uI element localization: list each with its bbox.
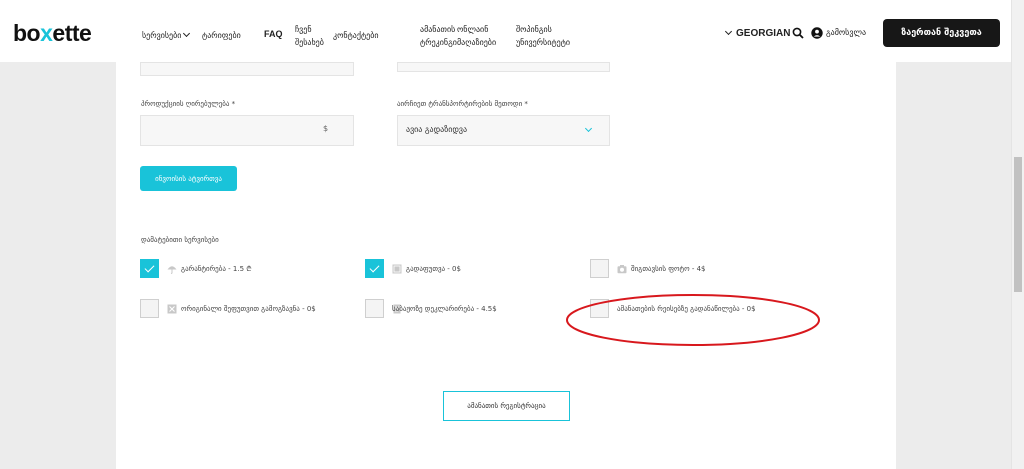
logo-x-mark: x	[40, 20, 53, 46]
nav-online-stores[interactable]: ონლაინ მაღაზიები	[457, 23, 496, 49]
invoice-upload-button[interactable]: ინვოისის ატვირთვა	[140, 166, 237, 191]
logo[interactable]: boxette	[13, 20, 92, 47]
nav-online-stores-line1: ონლაინ	[457, 25, 489, 34]
nav-parcel-tracking-line1: ამანათის	[420, 25, 456, 34]
nav-services[interactable]: სერვისები	[142, 29, 191, 42]
site-header: boxette სერვისები ტარიფები FAQ ჩვენ შესა…	[0, 0, 1011, 62]
flight-split-label: ამანათების რეისებზე გადანაწილება - 0$	[617, 305, 756, 313]
nav-services-label: სერვისები	[142, 31, 182, 40]
customs-declaration-label: საბაჟოზე დეკლარირება - 4.5$	[392, 305, 497, 313]
product-value-input[interactable]	[140, 115, 354, 146]
camera-icon	[617, 265, 627, 274]
nav-tariffs[interactable]: ტარიფები	[202, 29, 241, 42]
content-photo-checkbox[interactable]	[590, 259, 609, 278]
nav-shopping-university[interactable]: შოპინგის უნივერსიტეტი	[516, 23, 570, 49]
logo-text-suffix: ette	[52, 20, 92, 46]
chevron-down-icon	[183, 29, 191, 38]
warranty-label: გარანტირება - 1.5 ₾	[181, 265, 252, 273]
nav-parcel-tracking[interactable]: ამანათის ტრეკინგი	[420, 23, 457, 49]
page-scrollbar[interactable]	[1011, 0, 1024, 469]
currency-symbol: $	[323, 124, 329, 133]
nav-contact[interactable]: კონტაქტები	[333, 29, 379, 42]
language-label: GEORGIAN	[736, 28, 791, 39]
customs-declaration-checkbox[interactable]	[365, 299, 384, 318]
transport-method-value: ავია გადაზიდვა	[406, 125, 468, 134]
original-packaging-checkbox[interactable]	[140, 299, 159, 318]
repacking-label: გადაფუთვა - 0$	[406, 265, 461, 273]
register-parcel-button[interactable]: ამანათის რეგისტრაცია	[443, 391, 570, 421]
scrollbar-thumb[interactable]	[1014, 157, 1022, 292]
content-photo-label: შიგთავსის ფოტო - 4$	[631, 265, 706, 273]
user-icon[interactable]	[811, 27, 823, 39]
nav-shopping-university-line2: უნივერსიტეტი	[516, 38, 571, 47]
nav-online-stores-line2: მაღაზიები	[457, 38, 497, 47]
package-x-icon	[167, 304, 177, 314]
nav-about-line1: ჩვენ	[295, 25, 312, 34]
nav-parcel-tracking-line2: ტრეკინგი	[420, 38, 457, 47]
logo-text-prefix: bo	[13, 20, 41, 46]
cut-off-input-left[interactable]	[140, 62, 354, 76]
warranty-checkbox[interactable]	[140, 259, 159, 278]
flight-split-checkbox[interactable]	[590, 299, 609, 318]
repacking-checkbox[interactable]	[365, 259, 384, 278]
original-packaging-label: ორიგინალი შეფუთვით გამოგზავნა - 0$	[181, 305, 316, 313]
contact-order-button[interactable]: ზაერთან შეკვეთა	[883, 19, 1000, 47]
nav-shopping-university-line1: შოპინგის	[516, 25, 552, 34]
language-selector[interactable]: GEORGIAN	[724, 27, 791, 39]
product-value-label: პროდუქციის ღირებულება *	[141, 100, 236, 108]
search-icon[interactable]	[792, 27, 804, 39]
box-icon	[392, 264, 402, 274]
nav-faq[interactable]: FAQ	[264, 28, 283, 41]
umbrella-icon	[167, 266, 177, 274]
nav-about[interactable]: ჩვენ შესახებ	[295, 23, 324, 49]
logout-link[interactable]: გამოსვლა	[826, 28, 866, 37]
cut-off-input-right[interactable]	[397, 62, 610, 72]
nav-about-line2: შესახებ	[295, 38, 324, 47]
additional-services-label: დამატებითი სერვისები	[141, 236, 219, 244]
chevron-down-icon	[724, 27, 733, 36]
transport-method-label: აირჩიეთ ტრანსპორტირების მეთოდი *	[397, 100, 528, 108]
